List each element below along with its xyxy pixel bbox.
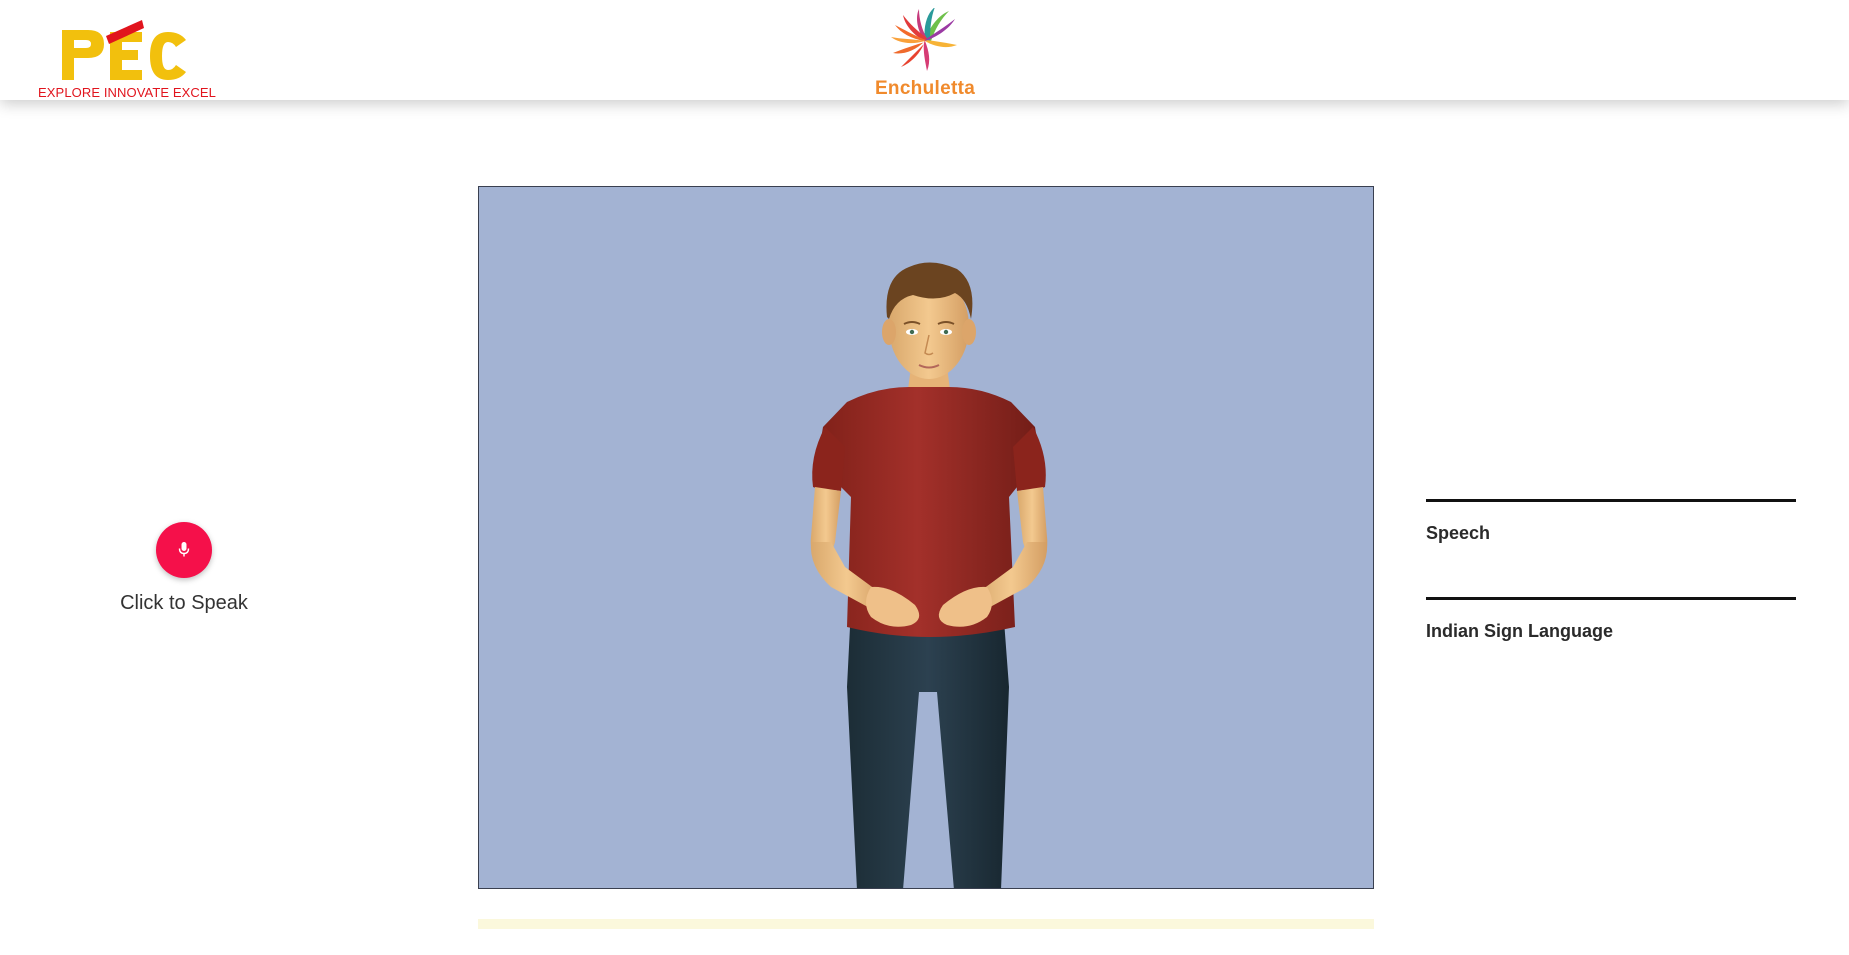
avatar-figure — [810, 262, 1048, 888]
sign-language-avatar-viewport[interactable] — [478, 186, 1374, 889]
pec-logo-mark — [62, 20, 186, 80]
speech-input-area: Click to Speak — [100, 522, 268, 615]
output-panel: Speech Indian Sign Language — [1426, 499, 1796, 695]
click-to-speak-button[interactable] — [156, 522, 212, 578]
click-to-speak-label: Click to Speak — [120, 592, 248, 614]
sign-language-text — [1426, 650, 1796, 668]
pec-logo: EXPLORE INNOVATE EXCEL — [38, 20, 218, 102]
swirl-flower-icon — [891, 8, 957, 71]
microphone-icon — [178, 542, 190, 557]
brand-logo: Enchuletta — [860, 8, 990, 100]
speech-heading: Speech — [1426, 523, 1491, 543]
sign-language-section: Indian Sign Language — [1426, 597, 1796, 695]
speech-section: Speech — [1426, 499, 1796, 597]
sign-language-heading: Indian Sign Language — [1426, 621, 1614, 641]
top-header: EXPLORE INNOVATE EXCEL Enchuletta — [0, 0, 1849, 100]
brand-name: Enchuletta — [874, 78, 976, 99]
speech-text — [1426, 552, 1796, 570]
pec-tagline: EXPLORE INNOVATE EXCEL — [38, 85, 216, 100]
avatar-progress-bar — [478, 919, 1374, 929]
